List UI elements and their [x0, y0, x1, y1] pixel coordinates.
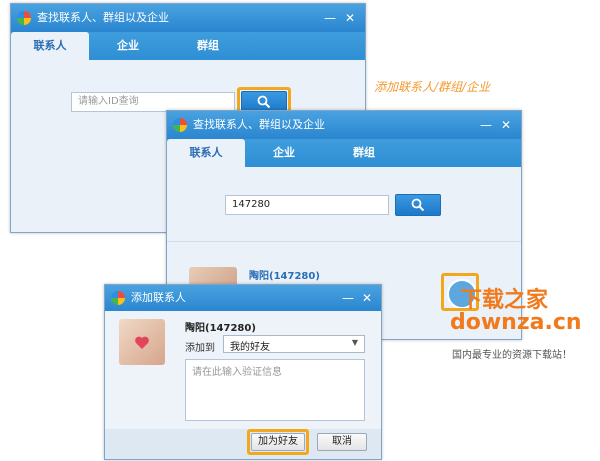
tab-enterprise[interactable]: 企业: [89, 32, 167, 60]
contact-avatar: [119, 319, 165, 365]
tab-contacts[interactable]: 联系人: [167, 139, 245, 167]
app-logo-icon: [111, 291, 125, 305]
app-logo-icon: [17, 11, 31, 25]
window-title: 查找联系人、群组以及企业: [37, 11, 169, 24]
add-to-label: 添加到: [185, 343, 215, 354]
verify-message-input[interactable]: 请在此输入验证信息: [185, 359, 365, 421]
search-icon: [411, 198, 425, 212]
tab-bar: 联系人 企业 群组: [167, 139, 521, 167]
add-friend-highlight: [247, 429, 309, 455]
minimize-icon[interactable]: —: [321, 9, 339, 27]
tab-bar: 联系人 企业 群组: [11, 32, 365, 60]
tab-groups[interactable]: 群组: [325, 139, 403, 167]
watermark: 下载之家 downza.cn 国内最专业的资源下载站！: [442, 282, 600, 362]
dialog-title: 添加联系人: [131, 291, 186, 304]
cancel-button[interactable]: 取消: [317, 433, 367, 451]
group-select[interactable]: 我的好友 ▼: [223, 335, 365, 353]
result-name[interactable]: 陶阳(147280): [249, 267, 320, 282]
watermark-slogan: 国内最专业的资源下载站！: [452, 350, 572, 361]
titlebar[interactable]: 查找联系人、群组以及企业 — ✕: [11, 4, 365, 32]
tab-contacts[interactable]: 联系人: [11, 32, 89, 60]
close-icon[interactable]: ✕: [341, 9, 359, 27]
chevron-down-icon: ▼: [351, 338, 358, 347]
heart-icon: [135, 336, 149, 349]
search-input[interactable]: 请输入ID查询: [71, 92, 235, 112]
tab-groups[interactable]: 群组: [169, 32, 247, 60]
window-title: 查找联系人、群组以及企业: [193, 118, 325, 131]
search-input[interactable]: 147280: [225, 195, 389, 215]
close-icon[interactable]: ✕: [497, 116, 515, 134]
annotation-text: 添加联系人/群组/企业: [374, 80, 491, 94]
search-button[interactable]: [395, 194, 441, 216]
titlebar[interactable]: 查找联系人、群组以及企业 — ✕: [167, 111, 521, 139]
contact-name: 陶阳(147280): [185, 323, 256, 334]
add-contact-dialog: 添加联系人 — ✕ 陶阳(147280) 添加到 我的好友 ▼ 请在此输入验证信…: [104, 284, 382, 460]
close-icon[interactable]: ✕: [358, 289, 376, 307]
watermark-domain: downza.cn: [450, 310, 582, 335]
titlebar[interactable]: 添加联系人 — ✕: [105, 285, 381, 311]
minimize-icon[interactable]: —: [339, 289, 357, 307]
group-select-value: 我的好友: [230, 342, 270, 353]
minimize-icon[interactable]: —: [477, 116, 495, 134]
app-logo-icon: [173, 118, 187, 132]
tab-enterprise[interactable]: 企业: [245, 139, 323, 167]
